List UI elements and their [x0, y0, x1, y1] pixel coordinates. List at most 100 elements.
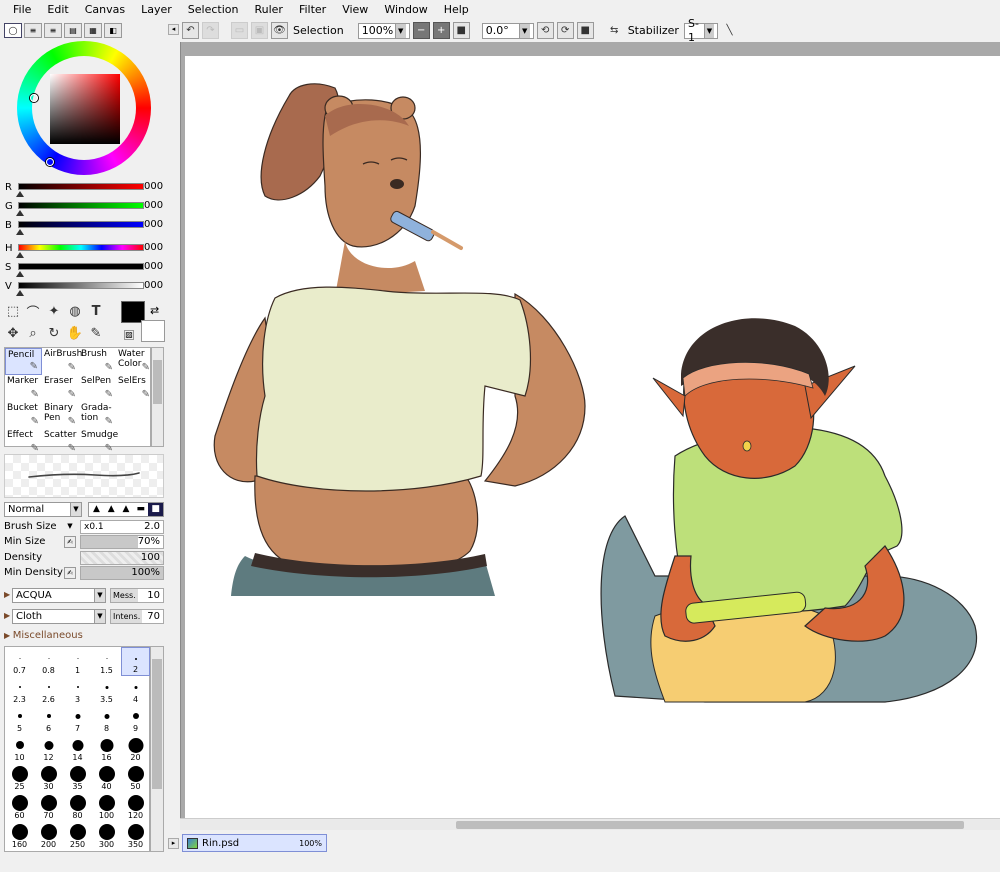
invert-selection-button[interactable]: ▣ [251, 22, 268, 39]
redo-button[interactable]: ↷ [202, 22, 219, 39]
hsv-sliders-tab-icon[interactable]: ≡ [44, 23, 62, 38]
move-icon[interactable]: ✥ [4, 324, 22, 342]
panel-scroll-down-icon[interactable]: ▸ [168, 838, 179, 849]
brush-tool-cell[interactable]: Marker ✎ [5, 375, 42, 402]
menu-file[interactable]: File [5, 0, 39, 19]
slider-thumb[interactable] [16, 252, 24, 258]
sv-marker[interactable] [46, 158, 54, 166]
slider-track[interactable] [18, 244, 144, 251]
hand-tool-icon[interactable]: ✋ [66, 324, 84, 342]
brush-size-cell[interactable]: 30 [34, 763, 63, 792]
brush-size-cell[interactable]: 2 [121, 647, 150, 676]
brush-size-cell[interactable]: 25 [5, 763, 34, 792]
menu-filter[interactable]: Filter [291, 0, 334, 19]
magic-wand-icon[interactable]: ✦ [45, 302, 63, 320]
slider-thumb[interactable] [16, 210, 24, 216]
texture-1-select[interactable]: ACQUA ▼ [12, 588, 106, 603]
slider-track[interactable] [18, 202, 144, 209]
transparent-color-icon[interactable]: ▨ [124, 330, 134, 340]
slider-track[interactable] [18, 221, 144, 228]
slider-v[interactable]: V 000 [4, 279, 164, 297]
canvas-area[interactable] [180, 42, 1000, 818]
zoom-out-button[interactable]: − [412, 22, 430, 39]
slider-h[interactable]: H 000 [4, 241, 164, 259]
color-wheel[interactable] [17, 41, 151, 175]
document-tab[interactable]: Rin.psd 100% [182, 834, 327, 852]
user-palette-tab-icon[interactable]: ◧ [104, 23, 122, 38]
texture-2-select[interactable]: Cloth ▼ [12, 609, 106, 624]
menu-selection[interactable]: Selection [180, 0, 247, 19]
text-tool-icon[interactable]: T [87, 302, 105, 320]
min-size-slider[interactable]: 70% [80, 535, 164, 549]
brush-size-cell[interactable]: 10 [5, 734, 34, 763]
slider-thumb[interactable] [16, 271, 24, 277]
slider-thumb[interactable] [16, 191, 24, 197]
rotate-tool-icon[interactable]: ↻ [45, 324, 63, 342]
brush-size-cell[interactable]: 2.3 [5, 676, 34, 705]
undo-button[interactable]: ↶ [182, 22, 199, 39]
brush-size-cell[interactable]: 70 [34, 792, 63, 821]
hue-marker[interactable] [30, 94, 38, 102]
menu-help[interactable]: Help [436, 0, 477, 19]
selection-visibility-icon[interactable]: 👁 [271, 22, 288, 39]
rotation-reset-button[interactable]: ■ [576, 22, 594, 39]
brush-size-cell[interactable]: 16 [92, 734, 121, 763]
density-slider[interactable]: 100 [80, 551, 164, 565]
brush-size-cell[interactable]: 20 [121, 734, 150, 763]
brush-tool-cell[interactable]: Brush ✎ [79, 348, 116, 375]
slider-r[interactable]: R 000 [4, 180, 164, 198]
expand-arrow-icon[interactable]: ▶ [4, 611, 10, 620]
stabilizer-select[interactable]: S-1 ▼ [683, 17, 718, 44]
brush-size-field[interactable]: x0.1 2.0 [80, 520, 164, 534]
brush-size-cell[interactable]: 40 [92, 763, 121, 792]
menu-layer[interactable]: Layer [133, 0, 180, 19]
slider-thumb[interactable] [16, 290, 24, 296]
brush-size-cell[interactable]: 12 [34, 734, 63, 763]
lasso-icon[interactable]: ⌒ [24, 302, 42, 321]
brush-size-cell[interactable]: 5 [5, 705, 34, 734]
shape-select-icon[interactable]: ◍ [66, 302, 84, 320]
brush-size-cell[interactable]: 80 [63, 792, 92, 821]
brush-size-cell[interactable]: 120 [121, 792, 150, 821]
brush-size-cell[interactable]: 100 [92, 792, 121, 821]
brush-size-scrollbar[interactable] [150, 646, 164, 852]
brush-size-cell[interactable]: 1.5 [92, 647, 121, 676]
swatches-tab-icon[interactable]: ▤ [64, 23, 82, 38]
brush-size-cell[interactable]: 0.7 [5, 647, 34, 676]
brush-tool-cell[interactable]: Bucket ✎ [5, 402, 42, 429]
horizontal-scrollbar[interactable] [180, 818, 1000, 830]
miscellaneous-section[interactable]: ▶ Miscellaneous [4, 630, 83, 641]
rect-select-icon[interactable]: ⬚ [4, 302, 22, 320]
brush-size-cell[interactable]: 3.5 [92, 676, 121, 705]
canvas-page[interactable] [185, 56, 1000, 818]
brush-size-cell[interactable]: 50 [121, 763, 150, 792]
shape-square-icon[interactable]: ■ [148, 503, 163, 516]
menu-window[interactable]: Window [376, 0, 435, 19]
brush-tool-cell[interactable]: Smudge ✎ [79, 429, 118, 456]
brush-tool-cell[interactable]: Grada-tion ✎ [79, 402, 116, 429]
brush-size-cell[interactable]: 7 [63, 705, 92, 734]
slider-track[interactable] [18, 263, 144, 270]
slider-b[interactable]: B 000 [4, 218, 164, 236]
zoom-tool-icon[interactable]: ⌕ [24, 324, 42, 342]
menu-canvas[interactable]: Canvas [77, 0, 133, 19]
brush-size-cell[interactable]: 60 [5, 792, 34, 821]
rotate-left-button[interactable]: ⟲ [536, 22, 554, 39]
rotation-select[interactable]: 0.0° ▼ [481, 22, 534, 39]
zoom-in-button[interactable]: + [432, 22, 450, 39]
brush-tool-cell[interactable] [116, 429, 153, 456]
brush-tool-cell[interactable] [116, 402, 153, 429]
brush-tool-cell[interactable]: SelErs ✎ [116, 375, 153, 402]
shape-flat-icon[interactable]: ▬ [133, 503, 148, 516]
brush-grid-scrollbar[interactable] [151, 347, 164, 447]
rotate-right-button[interactable]: ⟳ [556, 22, 574, 39]
texture-1-param[interactable]: Mess. 10 [110, 588, 164, 603]
brush-size-cell[interactable]: 3 [63, 676, 92, 705]
swap-colors-icon[interactable]: ⇄ [150, 304, 159, 317]
brush-size-cell[interactable]: 35 [63, 763, 92, 792]
slider-thumb[interactable] [16, 229, 24, 235]
brush-size-cell[interactable]: 9 [121, 705, 150, 734]
brush-tool-cell[interactable]: Pencil ✎ [5, 348, 42, 375]
shape-hard-icon[interactable]: ▲ [89, 503, 104, 516]
expand-arrow-icon[interactable]: ▶ [4, 590, 10, 599]
